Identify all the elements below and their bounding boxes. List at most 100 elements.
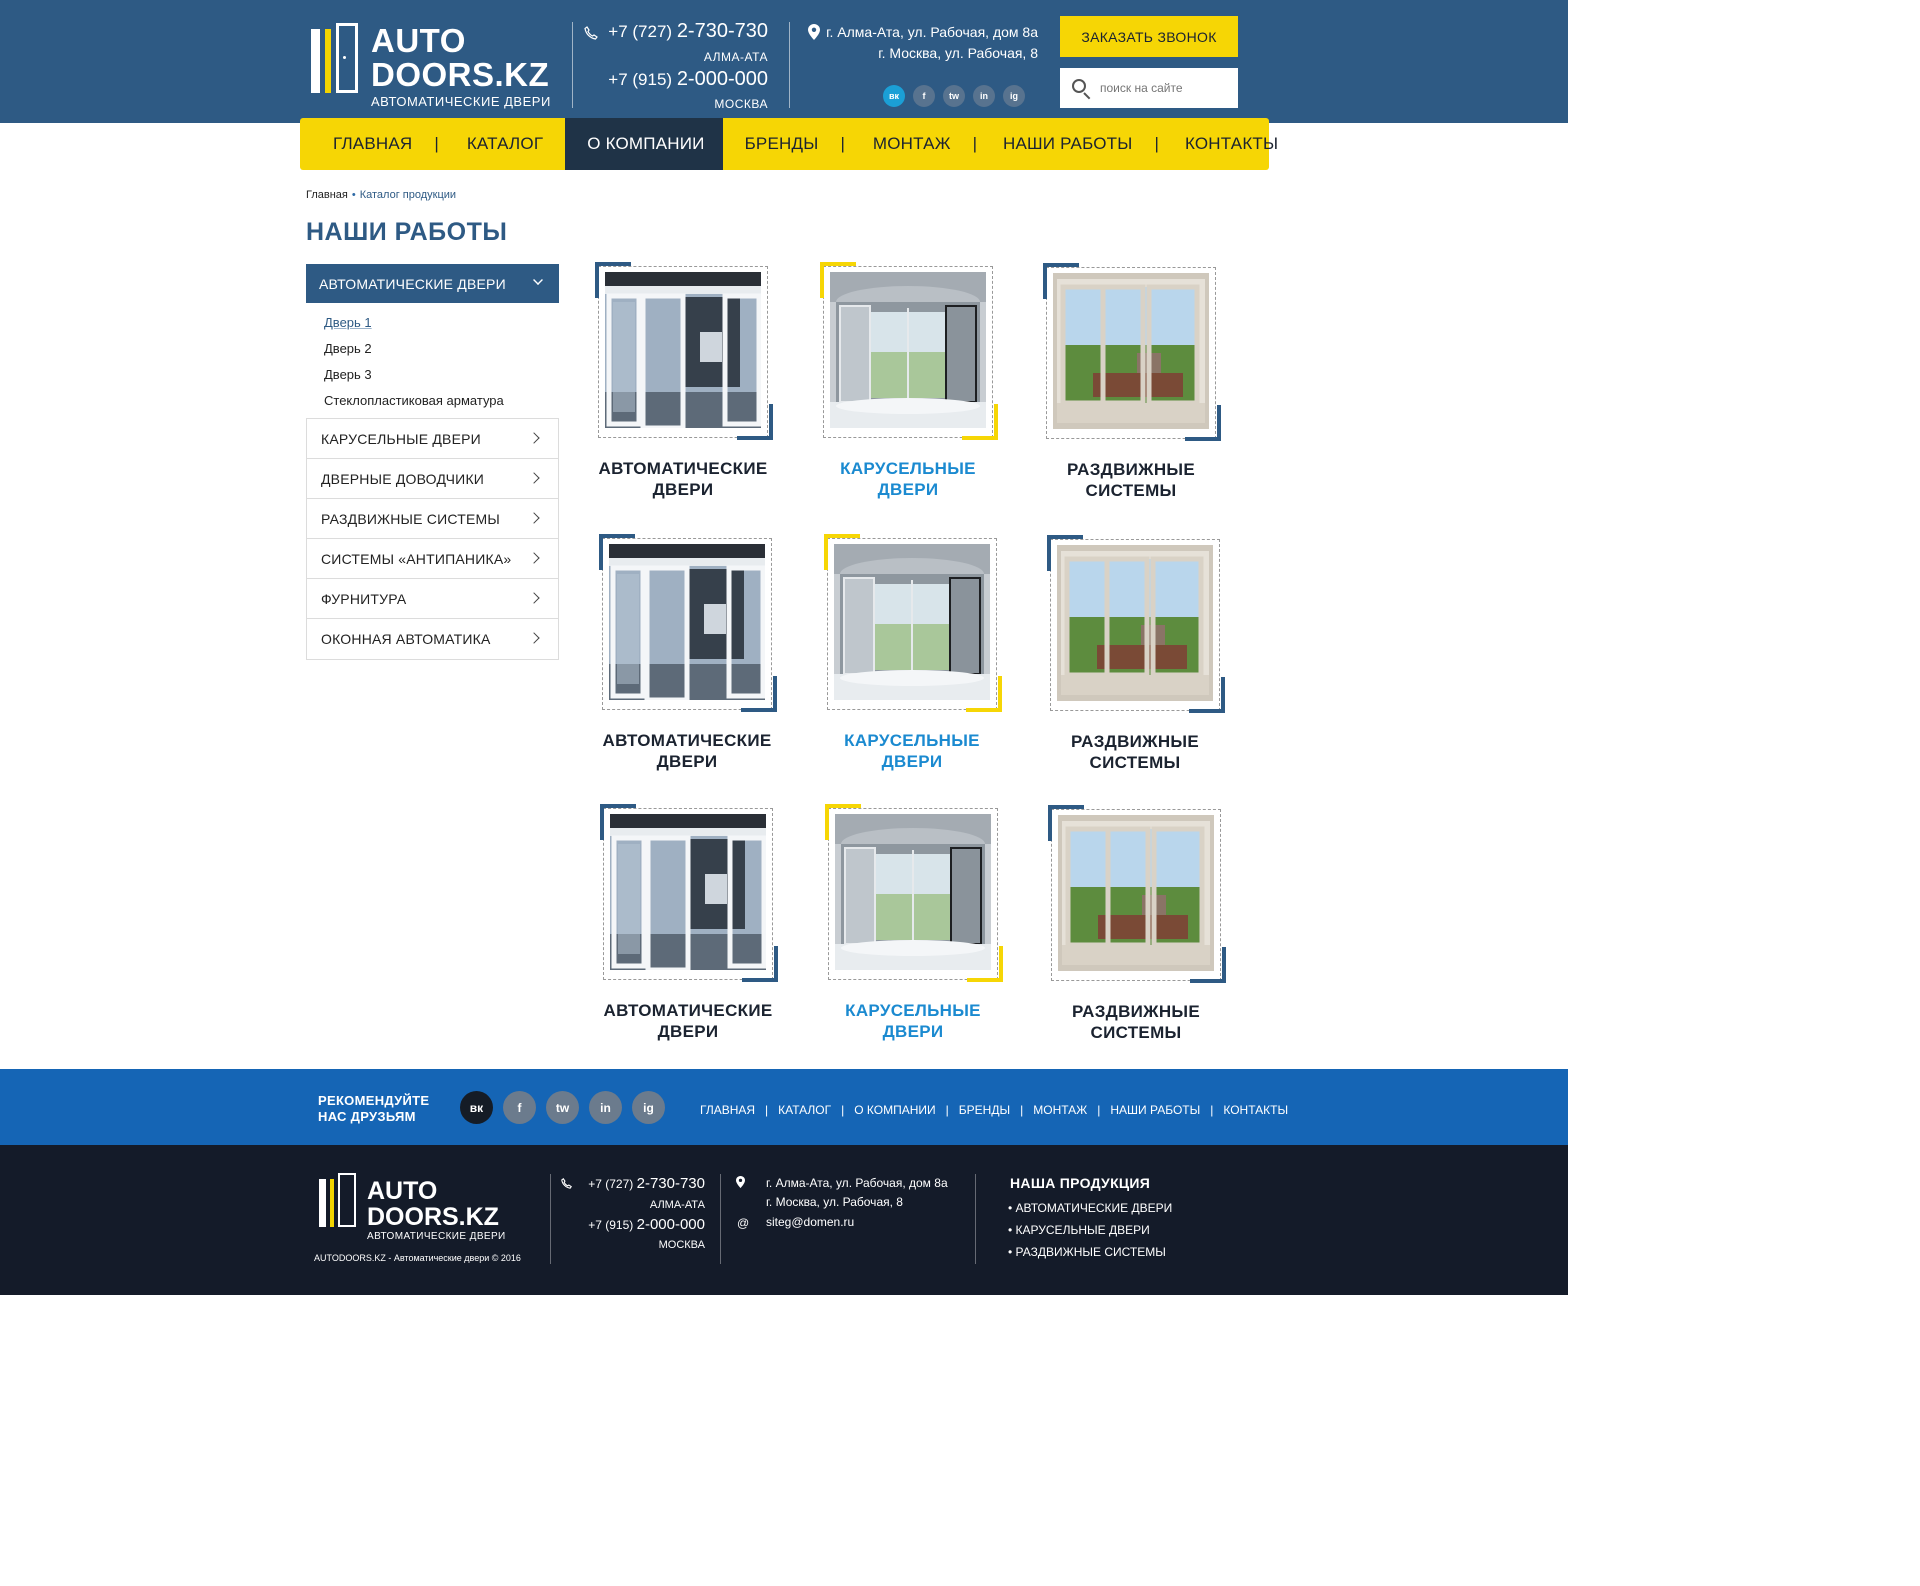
order-call-button[interactable]: ЗАКАЗАТЬ ЗВОНОК: [1060, 16, 1238, 57]
gallery-frame: [824, 534, 1002, 712]
logo-text-line1: AUTO: [371, 22, 466, 59]
nav-item-installation[interactable]: МОНТАЖ: [845, 118, 973, 170]
breadcrumb-current[interactable]: Каталог продукции: [360, 189, 456, 201]
twitter-icon[interactable]: tw: [546, 1091, 579, 1124]
header-addresses: г. Алма-Ата, ул. Рабочая, дом 8а г. Моск…: [808, 22, 1038, 64]
sidebar-sub-item[interactable]: Стеклопластиковая арматура: [324, 392, 504, 418]
twitter-icon[interactable]: tw: [943, 85, 965, 107]
gallery-card-sliding[interactable]: РАЗДВИЖНЫЕ СИСТЕМЫ: [1048, 805, 1248, 1055]
footer-email[interactable]: siteg@domen.ru: [766, 1215, 854, 1229]
search-input[interactable]: [1100, 73, 1230, 103]
phone-almaty[interactable]: +7 (727) 2-730-730: [588, 1175, 705, 1192]
logo-text-line2: DOORS.KZ: [371, 56, 550, 93]
footer-product-link[interactable]: • АВТОМАТИЧЕСКИЕ ДВЕРИ: [1008, 1200, 1172, 1222]
address-moscow: г. Москва, ул. Рабочая, 8: [878, 45, 1038, 61]
sidebar-item-label: ОКОННАЯ АВТОМАТИКА: [321, 631, 491, 647]
nav-item-catalog[interactable]: КАТАЛОГ: [439, 118, 565, 170]
chevron-right-icon: [528, 472, 540, 484]
site-logo[interactable]: AUTO DOORS.KZ АВТОМАТИЧЕСКИЕ ДВЕРИ: [311, 20, 556, 112]
gallery-card-title: АВТОМАТИЧЕСКИЕ ДВЕРИ: [602, 731, 772, 771]
sidebar-item-sliding-systems[interactable]: РАЗДВИЖНЫЕ СИСТЕМЫ: [307, 499, 558, 539]
logo-tagline: АВТОМАТИЧЕСКИЕ ДВЕРИ: [371, 94, 551, 109]
address-almaty: г. Алма-Ата, ул. Рабочая, дом 8а: [766, 1176, 948, 1190]
carousel-door-photo: [830, 272, 986, 428]
gallery-card-carousel[interactable]: КАРУСЕЛЬНЫЕ ДВЕРИ: [824, 534, 1024, 784]
logo-text-line1: AUTO: [367, 1177, 438, 1205]
door-logo-icon: [311, 23, 361, 93]
linkedin-icon[interactable]: in: [973, 85, 995, 107]
footer-nav-about[interactable]: О КОМПАНИИ: [854, 1103, 935, 1117]
gallery-card-title: КАРУСЕЛЬНЫЕ ДВЕРИ: [844, 731, 980, 771]
gallery-frame: [1043, 263, 1221, 441]
footer-product-link[interactable]: • РАЗДВИЖНЫЕ СИСТЕМЫ: [1008, 1244, 1172, 1266]
sidebar-active-section[interactable]: АВТОМАТИЧЕСКИЕ ДВЕРИ: [306, 264, 559, 303]
sidebar-item-door-closers[interactable]: ДВЕРНЫЕ ДОВОДЧИКИ: [307, 459, 558, 499]
logo-tagline: АВТОМАТИЧЕСКИЕ ДВЕРИ: [367, 1231, 506, 1242]
search-icon[interactable]: [1060, 68, 1100, 108]
sidebar-item-carousel-doors[interactable]: КАРУСЕЛЬНЫЕ ДВЕРИ: [307, 419, 558, 459]
address-moscow: г. Москва, ул. Рабочая, 8: [766, 1195, 903, 1209]
breadcrumb-home[interactable]: Главная: [306, 189, 348, 201]
copyright: AUTODOORS.KZ - Автоматические двери © 20…: [314, 1253, 521, 1263]
header-divider: [572, 22, 573, 108]
phone-number: 2-730-730: [676, 20, 768, 42]
sidebar-sub-item[interactable]: Дверь 3: [324, 366, 504, 392]
footer-nav-our-works[interactable]: НАШИ РАБОТЫ: [1110, 1103, 1200, 1117]
gallery-card-sliding[interactable]: РАЗДВИЖНЫЕ СИСТЕМЫ: [1047, 535, 1247, 785]
chevron-down-icon: [533, 275, 543, 285]
gallery-frame: [825, 804, 1003, 982]
facebook-icon[interactable]: f: [913, 85, 935, 107]
header-social-links: вк f tw in ig: [883, 85, 1025, 107]
breadcrumb: Главная • Каталог продукции: [306, 189, 456, 201]
nav-item-about[interactable]: О КОМПАНИИ: [565, 118, 723, 170]
sidebar-item-hardware[interactable]: ФУРНИТУРА: [307, 579, 558, 619]
sidebar-active-label: АВТОМАТИЧЕСКИЕ ДВЕРИ: [319, 275, 506, 292]
footer-nav-brands[interactable]: БРЕНДЫ: [959, 1103, 1010, 1117]
sidebar-sub-item[interactable]: Дверь 2: [324, 340, 504, 366]
gallery-frame: [1047, 535, 1225, 713]
automatic-door-photo: [605, 272, 761, 428]
phone-city-moscow: МОСКВА: [714, 97, 768, 111]
footer-nav-contacts[interactable]: КОНТАКТЫ: [1223, 1103, 1288, 1117]
phone-almaty[interactable]: +7 (727) 2-730-730: [608, 20, 768, 43]
gallery-card-automatic[interactable]: АВТОМАТИЧЕСКИЕ ДВЕРИ: [599, 534, 799, 784]
footer-divider: [720, 1174, 721, 1264]
gallery-card-title: КАРУСЕЛЬНЫЕ ДВЕРИ: [845, 1001, 981, 1041]
gallery-card-carousel[interactable]: КАРУСЕЛЬНЫЕ ДВЕРИ: [825, 804, 1025, 1054]
nav-item-contacts[interactable]: КОНТАКТЫ: [1159, 118, 1300, 170]
gallery-card-title: АВТОМАТИЧЕСКИЕ ДВЕРИ: [603, 1001, 773, 1041]
gallery-card-sliding[interactable]: РАЗДВИЖНЫЕ СИСТЕМЫ: [1043, 263, 1243, 513]
sidebar-item-window-automation[interactable]: ОКОННАЯ АВТОМАТИКА: [307, 619, 558, 659]
vk-icon[interactable]: вк: [460, 1091, 493, 1124]
location-pin-icon: [736, 1176, 745, 1191]
phone-city-almaty: АЛМА-АТА: [649, 1199, 705, 1211]
nav-item-our-works[interactable]: НАШИ РАБОТЫ: [977, 118, 1155, 170]
sidebar-sub-item[interactable]: Дверь 1: [324, 314, 504, 340]
recommend-text: РЕКОМЕНДУЙТЕ НАС ДРУЗЬЯМ: [318, 1093, 430, 1124]
sidebar-sub-list: Дверь 1 Дверь 2 Дверь 3 Стеклопластикова…: [324, 314, 504, 418]
site-header: AUTO DOORS.KZ АВТОМАТИЧЕСКИЕ ДВЕРИ +7 (7…: [0, 0, 1568, 123]
footer-product-link[interactable]: • КАРУСЕЛЬНЫЕ ДВЕРИ: [1008, 1222, 1172, 1244]
phone-moscow[interactable]: +7 (915) 2-000-000: [608, 68, 768, 91]
nav-item-brands[interactable]: БРЕНДЫ: [723, 118, 841, 170]
instagram-icon[interactable]: ig: [632, 1091, 665, 1124]
footer-logo[interactable]: AUTO DOORS.KZ АВТОМАТИЧЕСКИЕ ДВЕРИ: [319, 1173, 519, 1243]
gallery-card-automatic[interactable]: АВТОМАТИЧЕСКИЕ ДВЕРИ: [600, 804, 800, 1054]
footer-nav-installation[interactable]: МОНТАЖ: [1033, 1103, 1087, 1117]
sidebar-item-label: СИСТЕМЫ «АНТИПАНИКА»: [321, 550, 512, 567]
chevron-right-icon: [528, 632, 540, 644]
gallery-frame: [595, 262, 773, 440]
phone-moscow[interactable]: +7 (915) 2-000-000: [588, 1216, 705, 1233]
chevron-right-icon: [528, 592, 540, 604]
nav-item-home[interactable]: ГЛАВНАЯ: [300, 118, 434, 170]
sidebar-item-antipanic[interactable]: СИСТЕМЫ «АНТИПАНИКА»: [307, 539, 558, 579]
gallery-card-automatic[interactable]: АВТОМАТИЧЕСКИЕ ДВЕРИ: [595, 262, 795, 512]
gallery-card-carousel[interactable]: КАРУСЕЛЬНЫЕ ДВЕРИ: [820, 262, 1020, 512]
facebook-icon[interactable]: f: [503, 1091, 536, 1124]
linkedin-icon[interactable]: in: [589, 1091, 622, 1124]
footer-nav-catalog[interactable]: КАТАЛОГ: [778, 1103, 831, 1117]
footer-nav-home[interactable]: ГЛАВНАЯ: [700, 1103, 755, 1117]
instagram-icon[interactable]: ig: [1003, 85, 1025, 107]
vk-icon[interactable]: вк: [883, 85, 905, 107]
carousel-door-photo: [835, 814, 991, 970]
